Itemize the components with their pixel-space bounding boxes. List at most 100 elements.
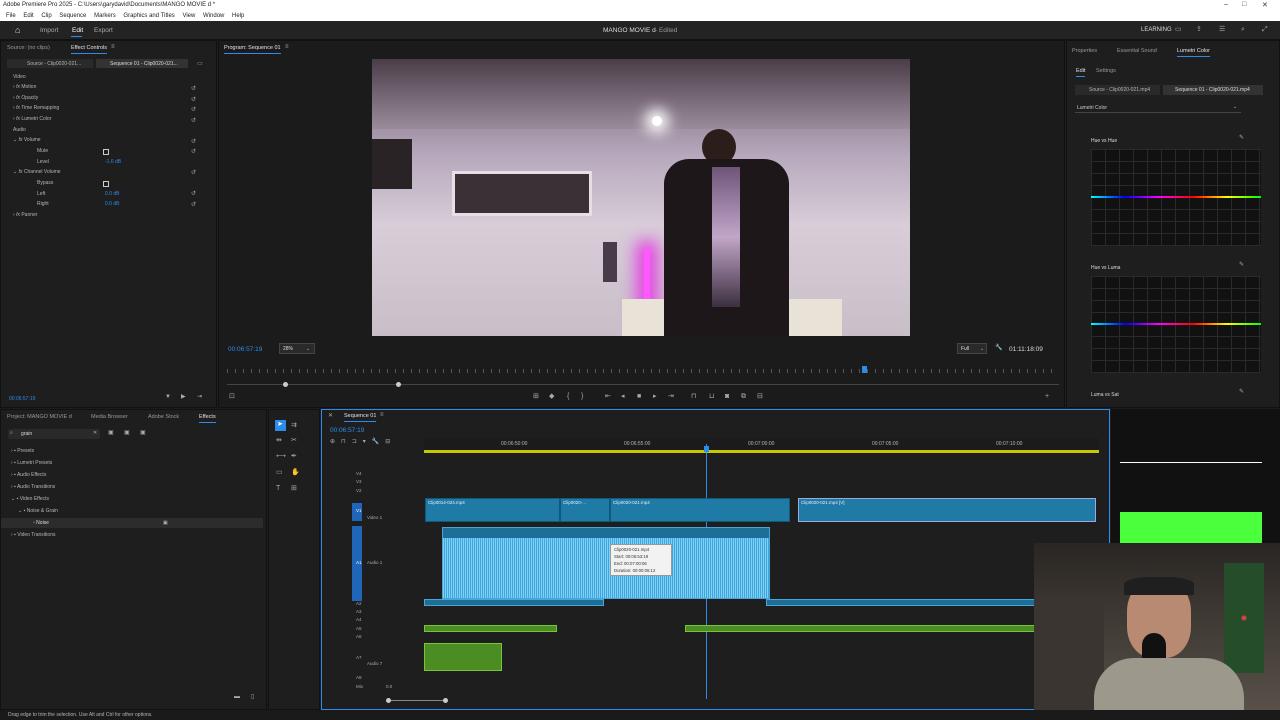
playhead-handle[interactable] [704, 446, 709, 452]
track-a3[interactable]: A3 [356, 609, 362, 614]
menu-file[interactable]: File [6, 11, 16, 21]
tab-essential-sound[interactable]: Essential Sound [1117, 48, 1157, 54]
lumetri-effect-select[interactable]: Lumetri Color ⌄ [1075, 103, 1241, 113]
lumetri-source[interactable]: Source - Clip0020-021.mp4 [1075, 85, 1160, 95]
panel-menu-icon[interactable]: ≡ [111, 44, 115, 50]
camera-icon[interactable]: ◙ [725, 393, 729, 400]
music-clip-a7[interactable] [424, 643, 502, 671]
tab-program[interactable]: Program: Sequence 01 [224, 45, 281, 54]
tree-video-transitions[interactable]: › ▪ Video Transitions [11, 532, 55, 538]
insert-icon[interactable]: ⊓ [691, 393, 696, 400]
timeline-toolbar-icons[interactable]: ⊕⊓⊐▾🔧⊟ [330, 439, 396, 445]
tree-noise-grain[interactable]: ⌄ ▪ Noise & Grain [18, 508, 58, 514]
toggle-timeline-icon[interactable]: ▭ [197, 61, 203, 67]
razor-icon[interactable]: ✂ [291, 437, 297, 444]
level-value[interactable]: -1.6 dB [105, 159, 121, 165]
rectangle-icon[interactable]: ▭ [276, 469, 283, 476]
fx-volume[interactable]: ⌄ fx Volume [13, 137, 41, 143]
tree-video-effects[interactable]: ⌄ ▪ Video Effects [11, 496, 49, 502]
audio-clip-a2[interactable] [766, 599, 1036, 606]
video-clip[interactable]: Clip0014-024.mp4 [425, 498, 560, 522]
timeline-zoom-left[interactable] [386, 698, 391, 703]
step-back-icon[interactable]: ◂ [621, 393, 625, 400]
add-button-icon[interactable]: + [1045, 393, 1049, 400]
ripple-edit-icon[interactable]: ⇹ [276, 437, 282, 444]
tree-audio-effects[interactable]: › ▪ Audio Effects [11, 472, 46, 478]
tab-lumetri-color[interactable]: Lumetri Color [1177, 48, 1211, 57]
tree-presets[interactable]: › ▪ Presets [11, 448, 34, 454]
tab-sequence[interactable]: Sequence 01 [344, 413, 377, 422]
hand-icon[interactable]: ✋ [291, 469, 300, 476]
audio-clip-a2[interactable] [424, 599, 604, 606]
zoom-select[interactable]: 28% ⌄ [279, 343, 315, 354]
maximize-icon[interactable]: □ [1242, 1, 1246, 8]
tab-properties[interactable]: Properties [1072, 48, 1097, 54]
zoom-handle-right[interactable] [396, 382, 401, 387]
zoom-handle-left[interactable] [283, 382, 288, 387]
subtab-edit[interactable]: Edit [1076, 68, 1086, 77]
track-v2[interactable]: V2 [356, 488, 362, 493]
menu-markers[interactable]: Markers [94, 11, 116, 21]
fx-motion[interactable]: › fx Motion [13, 84, 36, 90]
menu-edit[interactable]: Edit [23, 11, 33, 21]
wrench-icon[interactable]: 🔧 [995, 345, 1002, 351]
fx-lumetri-color[interactable]: › fx Lumetri Color [13, 116, 51, 122]
menu-window[interactable]: Window [203, 11, 224, 21]
import-tab[interactable]: Import [40, 27, 58, 34]
compare-icon[interactable]: ⧉ [741, 393, 746, 400]
slip-icon[interactable]: ⟷ [276, 453, 286, 460]
new-bin-icon[interactable]: ▬ [234, 694, 240, 700]
menu-clip[interactable]: Clip [41, 11, 51, 21]
video-clip[interactable]: Clip0020-021.mp4 [610, 498, 790, 522]
menu-icon[interactable]: ☰ [1219, 26, 1225, 33]
source-clip-selector[interactable]: Source - Clip0020-021... [7, 59, 93, 68]
eyedropper-icon[interactable]: ✎ [1239, 262, 1244, 268]
workspaces-icon[interactable]: ▭ [1175, 26, 1182, 33]
track-select-icon[interactable]: ⇉ [291, 422, 297, 429]
zoom-scrollbar[interactable] [227, 384, 1059, 385]
sequence-clip-selector[interactable]: Sequence 01 - Clip0020-021... [96, 59, 188, 68]
lumetri-sequence[interactable]: Sequence 01 - Clip0020-021.mp4 [1163, 85, 1263, 95]
hue-vs-luma-curve[interactable] [1091, 276, 1261, 373]
sequence-menu-icon[interactable]: ≡ [380, 412, 384, 418]
export-tab[interactable]: Export [94, 27, 113, 34]
track-v3[interactable]: V3 [356, 479, 362, 484]
fx-opacity[interactable]: › fx Opacity [13, 95, 38, 101]
timeline-ruler[interactable]: 00:06:50:00 00:06:55:00 00:07:00:00 00:0… [424, 438, 1099, 454]
trim-icon[interactable]: ⊟ [757, 393, 763, 400]
hue-vs-hue-curve[interactable] [1091, 149, 1261, 246]
settings-icon[interactable]: ⊡ [229, 393, 235, 400]
track-a5[interactable]: A5 [356, 626, 362, 631]
reset-icons[interactable]: ↺ ↺ ↺ ↺ ↺ ↺ ↺ ↺ ↺ [191, 84, 196, 210]
go-to-in-icon[interactable]: ⇤ [605, 393, 611, 400]
pen-icon[interactable]: ✒ [291, 453, 297, 460]
learning-workspace[interactable]: LEARNING [1141, 27, 1172, 33]
track-a7[interactable]: A7 [356, 655, 362, 660]
fx-time-remapping[interactable]: › fx Time Remapping [13, 105, 59, 111]
time-ruler[interactable] [227, 369, 1059, 373]
playhead[interactable] [862, 366, 867, 373]
home-icon[interactable]: ⌂ [15, 26, 20, 35]
type-icon[interactable]: T [276, 485, 280, 492]
music-clip[interactable] [685, 625, 1036, 632]
eyedropper-icon[interactable]: ✎ [1239, 135, 1244, 141]
quality-select[interactable]: Full ⌄ [957, 343, 987, 354]
video-clip[interactable]: Clip0020-021.mp4 [V] [798, 498, 1096, 522]
mix-value[interactable]: 0.0 [386, 684, 392, 689]
mute-checkbox[interactable] [103, 149, 109, 155]
overwrite-icon[interactable]: ⊔ [709, 393, 714, 400]
track-v1[interactable]: V1 [356, 508, 362, 513]
yuv-effects-icon[interactable]: ▣ [140, 430, 146, 436]
bypass-checkbox[interactable] [103, 181, 109, 187]
fx-panner[interactable]: › fx Panner [13, 212, 37, 218]
filter-icon[interactable]: ▼ [165, 394, 171, 400]
music-clip[interactable] [424, 625, 557, 632]
accelerated-effects-icon[interactable]: ▣ [108, 430, 114, 436]
menu-view[interactable]: View [182, 11, 195, 21]
share-icon[interactable]: ⇪ [1196, 26, 1202, 33]
tab-media-browser[interactable]: Media Browser [91, 414, 128, 420]
effects-search-input[interactable]: ⌕ grain ✕ [8, 429, 100, 439]
tab-effects[interactable]: Effects [199, 414, 216, 423]
caption-icon[interactable]: ⊞ [291, 485, 297, 492]
go-to-out-icon[interactable]: ⇥ [668, 393, 674, 400]
